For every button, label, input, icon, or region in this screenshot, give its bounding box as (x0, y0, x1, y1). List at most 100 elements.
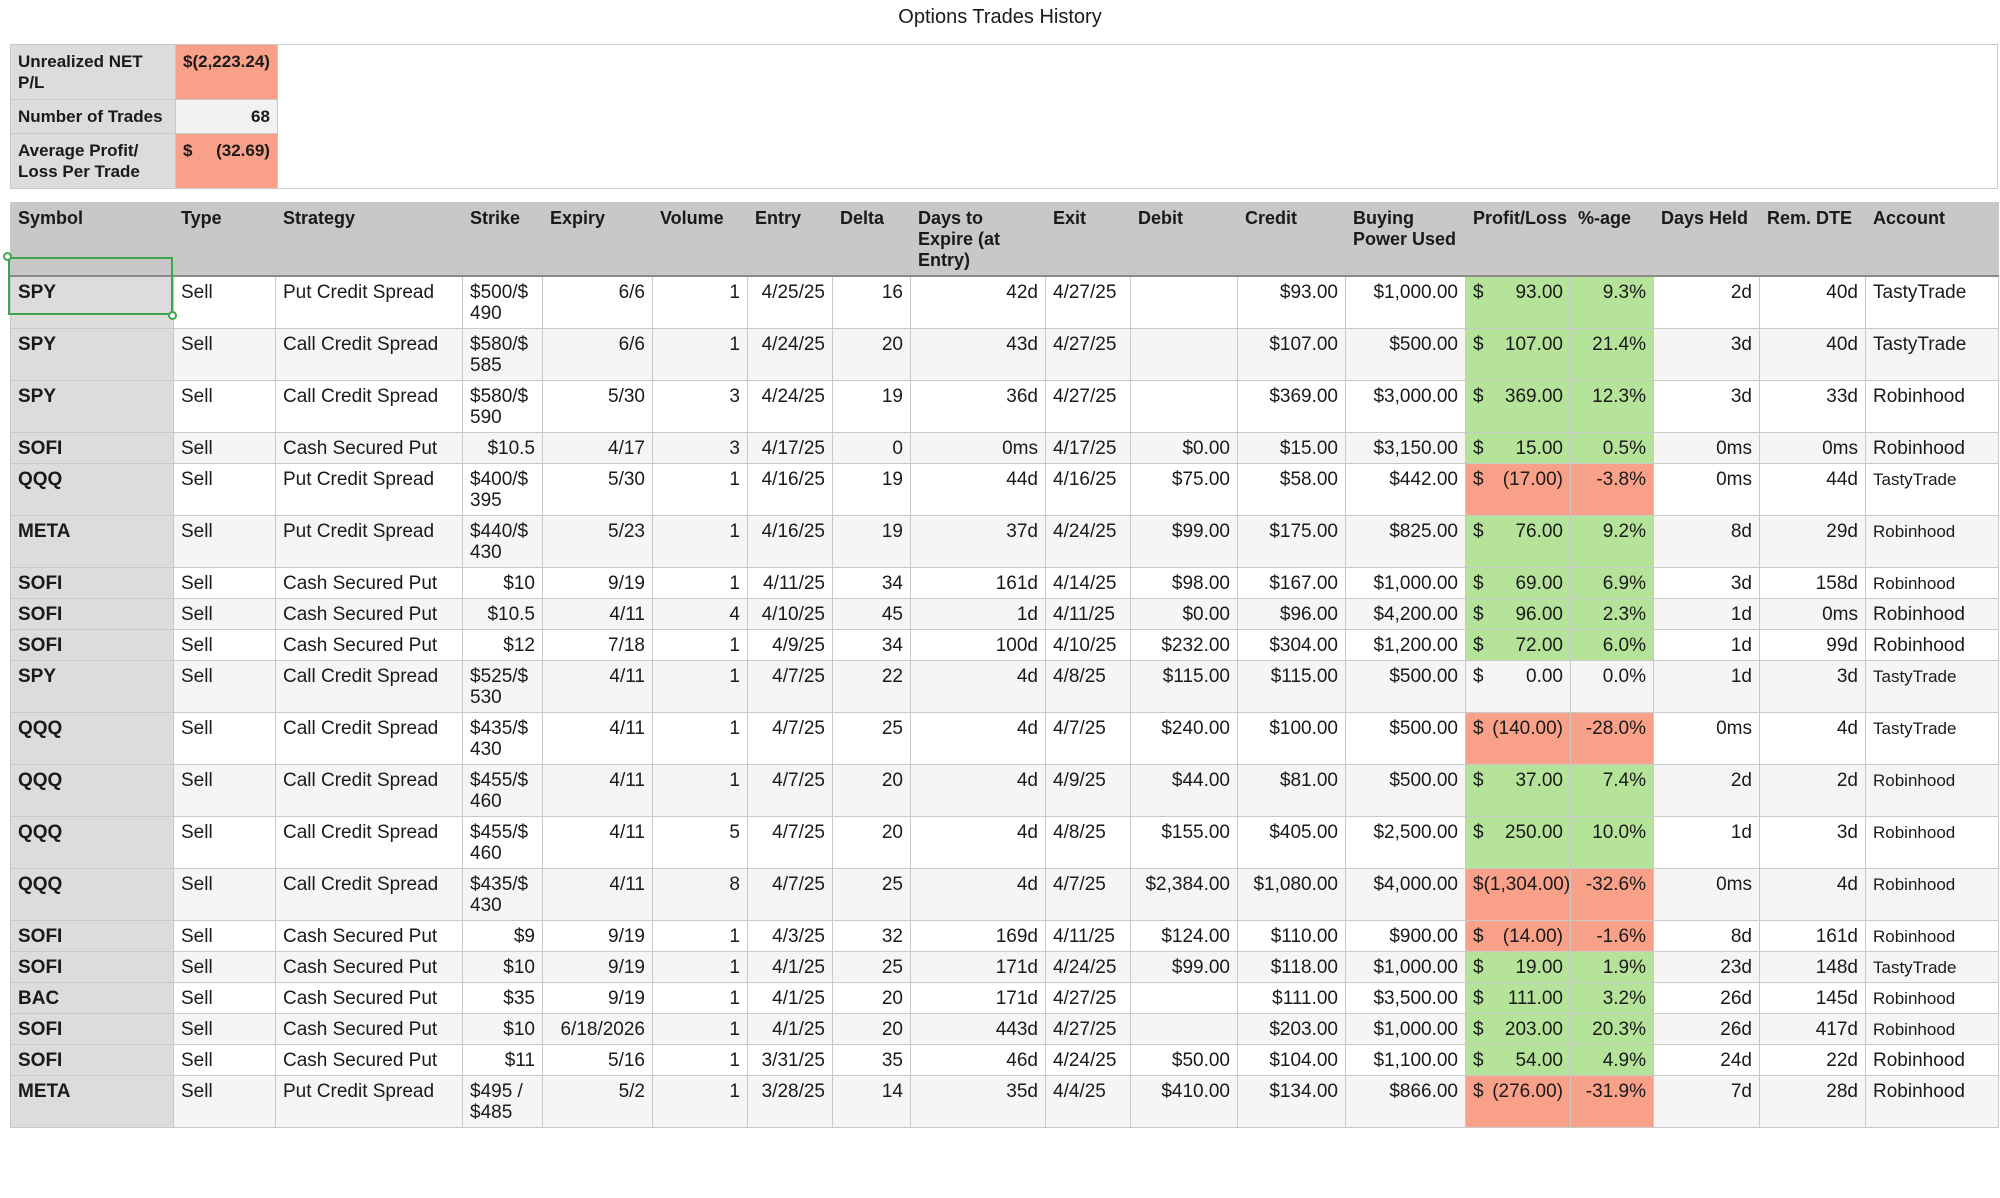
cell-pct[interactable]: -3.8% (1570, 463, 1654, 516)
cell-exit[interactable]: 4/24/25 (1045, 515, 1131, 568)
cell-volume[interactable]: 1 (652, 712, 748, 765)
cell-debit[interactable]: $240.00 (1130, 712, 1238, 765)
trades-count-value[interactable]: 68 (175, 99, 278, 134)
cell-volume[interactable]: 1 (652, 1044, 748, 1076)
cell-debit[interactable] (1130, 275, 1238, 329)
cell-credit[interactable]: $175.00 (1237, 515, 1346, 568)
cell-expiry[interactable]: 6/18/2026 (542, 1013, 653, 1045)
cell-debit[interactable]: $410.00 (1130, 1075, 1238, 1128)
column-header[interactable]: Debit (1130, 202, 1238, 277)
cell-pct[interactable]: 0.5% (1570, 432, 1654, 464)
cell-held[interactable]: 1d (1653, 816, 1760, 869)
cell-type[interactable]: Sell (173, 328, 276, 381)
cell-exit[interactable]: 4/27/25 (1045, 982, 1131, 1014)
cell-pct[interactable]: 6.9% (1570, 567, 1654, 599)
cell-debit[interactable]: $155.00 (1130, 816, 1238, 869)
cell-dte[interactable]: 44d (910, 463, 1046, 516)
cell-delta[interactable]: 22 (832, 660, 911, 713)
cell-entry[interactable]: 4/1/25 (747, 1013, 833, 1045)
cell-exit[interactable]: 4/17/25 (1045, 432, 1131, 464)
cell-account[interactable]: Robinhood (1865, 982, 1999, 1014)
cell-credit[interactable]: $405.00 (1237, 816, 1346, 869)
column-header[interactable]: Delta (832, 202, 911, 277)
cell-volume[interactable]: 3 (652, 380, 748, 433)
cell-dte[interactable]: 42d (910, 275, 1046, 329)
cell-expiry[interactable]: 6/6 (542, 328, 653, 381)
cell-held[interactable]: 26d (1653, 1013, 1760, 1045)
cell-type[interactable]: Sell (173, 629, 276, 661)
cell-account[interactable]: Robinhood (1865, 1075, 1999, 1128)
cell-strike[interactable]: $435/$ 430 (462, 712, 543, 765)
cell-exit[interactable]: 4/27/25 (1045, 380, 1131, 433)
cell-delta[interactable]: 16 (832, 275, 911, 329)
cell-pl[interactable]: $(1,304.00) (1465, 868, 1571, 921)
cell-pl[interactable]: $93.00 (1465, 275, 1571, 329)
cell-strategy[interactable]: Put Credit Spread (275, 275, 463, 329)
cell-symbol[interactable]: META (10, 1075, 174, 1128)
cell-symbol[interactable]: SPY (10, 380, 174, 433)
cell-rem[interactable]: 158d (1759, 567, 1866, 599)
cell-debit[interactable]: $115.00 (1130, 660, 1238, 713)
cell-exit[interactable]: 4/11/25 (1045, 598, 1131, 630)
cell-pct[interactable]: 9.3% (1570, 275, 1654, 329)
cell-strategy[interactable]: Cash Secured Put (275, 982, 463, 1014)
cell-bp[interactable]: $500.00 (1345, 328, 1466, 381)
cell-pl[interactable]: $76.00 (1465, 515, 1571, 568)
cell-pct[interactable]: 20.3% (1570, 1013, 1654, 1045)
cell-pl[interactable]: $111.00 (1465, 982, 1571, 1014)
cell-pct[interactable]: -1.6% (1570, 920, 1654, 952)
cell-bp[interactable]: $500.00 (1345, 764, 1466, 817)
cell-entry[interactable]: 4/7/25 (747, 868, 833, 921)
cell-exit[interactable]: 4/8/25 (1045, 816, 1131, 869)
cell-debit[interactable]: $0.00 (1130, 598, 1238, 630)
cell-pl[interactable]: $ (17.00) (1465, 463, 1571, 516)
cell-volume[interactable]: 1 (652, 567, 748, 599)
cell-rem[interactable]: 28d (1759, 1075, 1866, 1128)
cell-pct[interactable]: 6.0% (1570, 629, 1654, 661)
cell-volume[interactable]: 1 (652, 463, 748, 516)
cell-entry[interactable]: 4/17/25 (747, 432, 833, 464)
cell-bp[interactable]: $1,000.00 (1345, 1013, 1466, 1045)
cell-held[interactable]: 26d (1653, 982, 1760, 1014)
cell-expiry[interactable]: 9/19 (542, 951, 653, 983)
cell-type[interactable]: Sell (173, 920, 276, 952)
cell-entry[interactable]: 4/11/25 (747, 567, 833, 599)
cell-bp[interactable]: $1,000.00 (1345, 275, 1466, 329)
cell-dte[interactable]: 161d (910, 567, 1046, 599)
cell-pl[interactable]: $369.00 (1465, 380, 1571, 433)
cell-pl[interactable]: $0.00 (1465, 660, 1571, 713)
cell-pl[interactable]: $ (14.00) (1465, 920, 1571, 952)
cell-rem[interactable]: 29d (1759, 515, 1866, 568)
cell-entry[interactable]: 4/16/25 (747, 515, 833, 568)
cell-pl[interactable]: $72.00 (1465, 629, 1571, 661)
cell-credit[interactable]: $134.00 (1237, 1075, 1346, 1128)
cell-strike[interactable]: $10.5 (462, 598, 543, 630)
cell-volume[interactable]: 1 (652, 275, 748, 329)
cell-rem[interactable]: 40d (1759, 275, 1866, 329)
cell-entry[interactable]: 4/24/25 (747, 328, 833, 381)
cell-held[interactable]: 1d (1653, 598, 1760, 630)
cell-debit[interactable]: $98.00 (1130, 567, 1238, 599)
cell-pct[interactable]: -31.9% (1570, 1075, 1654, 1128)
cell-strategy[interactable]: Put Credit Spread (275, 515, 463, 568)
cell-exit[interactable]: 4/7/25 (1045, 712, 1131, 765)
avg-pl-label[interactable]: Average Profit/ Loss Per Trade (10, 133, 176, 189)
column-header[interactable]: Buying Power Used (1345, 202, 1466, 277)
cell-pct[interactable]: 2.3% (1570, 598, 1654, 630)
cell-credit[interactable]: $81.00 (1237, 764, 1346, 817)
cell-pct[interactable]: 7.4% (1570, 764, 1654, 817)
cell-dte[interactable]: 35d (910, 1075, 1046, 1128)
cell-held[interactable]: 0ms (1653, 868, 1760, 921)
cell-type[interactable]: Sell (173, 1075, 276, 1128)
cell-strike[interactable]: $10.5 (462, 432, 543, 464)
cell-strike[interactable]: $455/$ 460 (462, 816, 543, 869)
cell-volume[interactable]: 1 (652, 515, 748, 568)
cell-entry[interactable]: 4/1/25 (747, 982, 833, 1014)
cell-account[interactable]: Robinhood (1865, 920, 1999, 952)
cell-exit[interactable]: 4/4/25 (1045, 1075, 1131, 1128)
cell-strategy[interactable]: Cash Secured Put (275, 432, 463, 464)
cell-rem[interactable]: 22d (1759, 1044, 1866, 1076)
cell-credit[interactable]: $369.00 (1237, 380, 1346, 433)
cell-account[interactable]: TastyTrade (1865, 660, 1999, 713)
cell-strike[interactable]: $500/$ 490 (462, 275, 543, 329)
